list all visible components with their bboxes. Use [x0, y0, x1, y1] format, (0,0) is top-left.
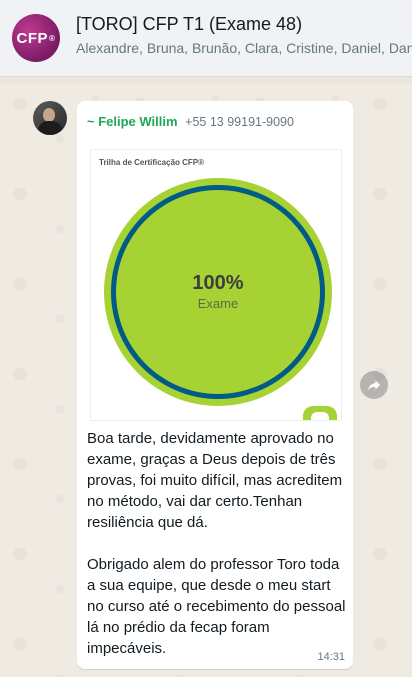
avatar-face	[43, 108, 55, 122]
progress-ring-center: 100% Exame	[116, 190, 320, 394]
group-avatar[interactable]: CFP ®	[12, 14, 60, 62]
group-avatar-text: CFP	[16, 29, 49, 47]
progress-label: Exame	[197, 296, 239, 311]
message-bubble[interactable]: ~ Felipe Willim +55 13 99191-9090 Trilha…	[77, 101, 353, 669]
group-title: [TORO] CFP T1 (Exame 48)	[76, 14, 303, 34]
message-text: Boa tarde, devidamente aprovado no exame…	[87, 430, 346, 657]
sender-line: ~ Felipe Willim +55 13 99191-9090	[87, 114, 294, 129]
forward-icon	[368, 380, 380, 391]
card-corner-decoration	[303, 406, 337, 420]
sender-avatar[interactable]	[33, 101, 67, 135]
progress-ring-track: 100% Exame	[111, 185, 325, 399]
card-title: Trilha de Certificação CFP®	[99, 158, 205, 167]
group-avatar-mark: ®	[49, 33, 56, 43]
message-image[interactable]: Trilha de Certificação CFP® 100% Exame	[90, 149, 342, 421]
group-members: Alexandre, Bruna, Brunão, Clara, Cristin…	[76, 40, 412, 56]
message-time: 14:31	[317, 651, 345, 663]
progress-percent: 100%	[192, 272, 244, 294]
sender-name[interactable]: ~ Felipe Willim	[87, 114, 178, 129]
progress-ring: 100% Exame	[104, 178, 332, 406]
chat-header[interactable]: CFP ® [TORO] CFP T1 (Exame 48) Alexandre,…	[0, 0, 412, 77]
forward-button[interactable]	[360, 371, 388, 399]
sender-phone: +55 13 99191-9090	[185, 115, 294, 129]
avatar-shirt	[38, 121, 62, 135]
